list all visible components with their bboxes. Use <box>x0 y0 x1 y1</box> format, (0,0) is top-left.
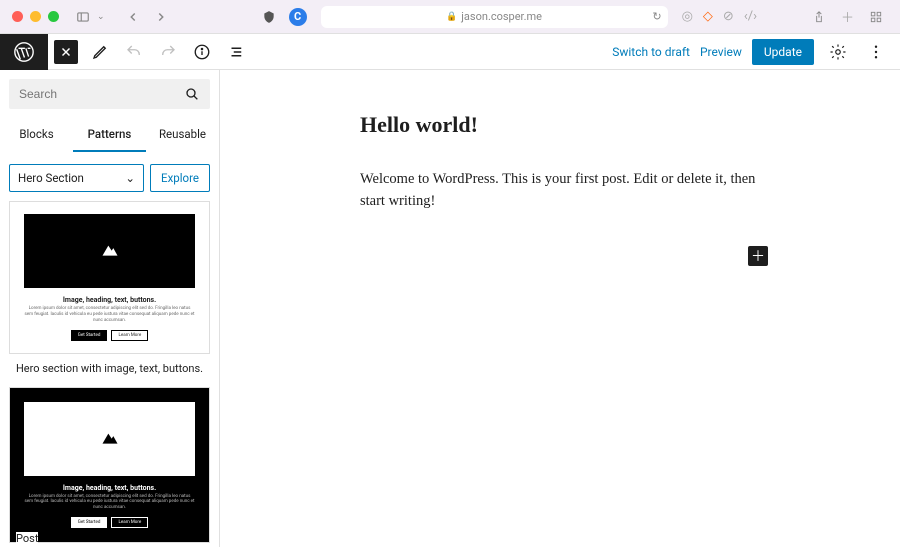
explore-button[interactable]: Explore <box>150 164 210 192</box>
inserter-tabs: Blocks Patterns Reusable <box>0 118 219 152</box>
close-inserter-button[interactable] <box>54 40 78 64</box>
editor-toolbar: Switch to draft Preview Update <box>0 34 900 70</box>
wordpress-logo[interactable] <box>0 34 48 70</box>
post-title[interactable]: Hello world! <box>360 112 900 138</box>
pattern-card-hero-light[interactable]: Image, heading, text, buttons. Lorem ips… <box>9 201 210 354</box>
list-view-button[interactable] <box>222 38 250 66</box>
undo-button[interactable] <box>120 38 148 66</box>
lock-icon: 🔒 <box>446 12 457 22</box>
pattern-card-hero-dark[interactable]: Image, heading, text, buttons. Lorem ips… <box>9 387 210 544</box>
sidebar-toggle-icon[interactable] <box>71 6 95 28</box>
search-input[interactable] <box>9 79 210 109</box>
mountain-icon <box>96 239 124 263</box>
tabs-overview-icon[interactable] <box>864 6 888 28</box>
preview-btn-primary: Get Started <box>71 517 108 528</box>
minimize-window-button[interactable] <box>30 11 41 22</box>
block-icon[interactable]: ⊘ <box>723 9 734 24</box>
add-block-button[interactable]: ＋ <box>748 246 768 266</box>
edit-tool-button[interactable] <box>86 38 114 66</box>
redo-button[interactable] <box>154 38 182 66</box>
reader-icon[interactable]: ◎ <box>682 9 693 24</box>
share-icon[interactable] <box>807 6 831 28</box>
extension-diamond-icon[interactable]: ◇ <box>703 9 713 24</box>
search-field[interactable] <box>19 87 184 101</box>
settings-button[interactable] <box>824 38 852 66</box>
extension-badge-icon[interactable]: C <box>289 8 307 26</box>
pattern-caption: Hero section with image, text, buttons. <box>0 362 219 387</box>
tab-patterns[interactable]: Patterns <box>73 118 146 152</box>
forward-button[interactable] <box>149 6 173 28</box>
maximize-window-button[interactable] <box>48 11 59 22</box>
update-button[interactable]: Update <box>752 39 814 65</box>
back-button[interactable] <box>121 6 145 28</box>
block-inserter-panel: Blocks Patterns Reusable Hero Section ⌄ … <box>0 70 220 547</box>
preview-btn-secondary: Learn More <box>111 330 148 341</box>
devtools-icon[interactable]: ‹/› <box>744 9 757 24</box>
preview-text: Lorem ipsum dolor sit amet, consectetur … <box>24 306 195 324</box>
privacy-report-icon[interactable] <box>257 6 281 28</box>
document-type-label: Post <box>16 532 38 547</box>
chevron-down-icon[interactable]: ⌄ <box>97 12 105 22</box>
pattern-category-select[interactable]: Hero Section ⌄ <box>9 164 144 192</box>
preview-button[interactable]: Preview <box>700 45 742 59</box>
close-window-button[interactable] <box>12 11 23 22</box>
pattern-preview: Image, heading, text, buttons. Lorem ips… <box>10 202 209 353</box>
switch-to-draft-button[interactable]: Switch to draft <box>612 45 690 59</box>
more-options-button[interactable] <box>862 38 890 66</box>
preview-btn-secondary: Learn More <box>111 517 148 528</box>
pattern-preview: Image, heading, text, buttons. Lorem ips… <box>10 388 209 543</box>
url-bar[interactable]: 🔒 jason.cosper.me ↻ <box>321 6 668 28</box>
mountain-icon <box>96 427 124 451</box>
traffic-lights <box>12 11 59 22</box>
chevron-down-icon: ⌄ <box>125 171 135 185</box>
preview-text: Lorem ipsum dolor sit amet, consectetur … <box>24 494 195 512</box>
preview-heading: Image, heading, text, buttons. <box>24 484 195 492</box>
reload-icon[interactable]: ↻ <box>652 10 661 23</box>
browser-chrome: ⌄ C 🔒 jason.cosper.me ↻ ◎ ◇ ⊘ ‹/› ＋ <box>0 0 900 33</box>
preview-btn-primary: Get Started <box>71 330 108 341</box>
new-tab-icon[interactable]: ＋ <box>841 7 854 26</box>
document-info-button[interactable] <box>188 38 216 66</box>
editor-canvas[interactable]: Hello world! Welcome to WordPress. This … <box>220 70 900 547</box>
search-icon <box>184 86 200 102</box>
url-host: jason.cosper.me <box>461 10 542 23</box>
tab-blocks[interactable]: Blocks <box>0 118 73 152</box>
post-body[interactable]: Welcome to WordPress. This is your first… <box>360 168 760 213</box>
preview-heading: Image, heading, text, buttons. <box>24 296 195 304</box>
category-selected-label: Hero Section <box>18 171 84 185</box>
tab-reusable[interactable]: Reusable <box>146 118 219 152</box>
